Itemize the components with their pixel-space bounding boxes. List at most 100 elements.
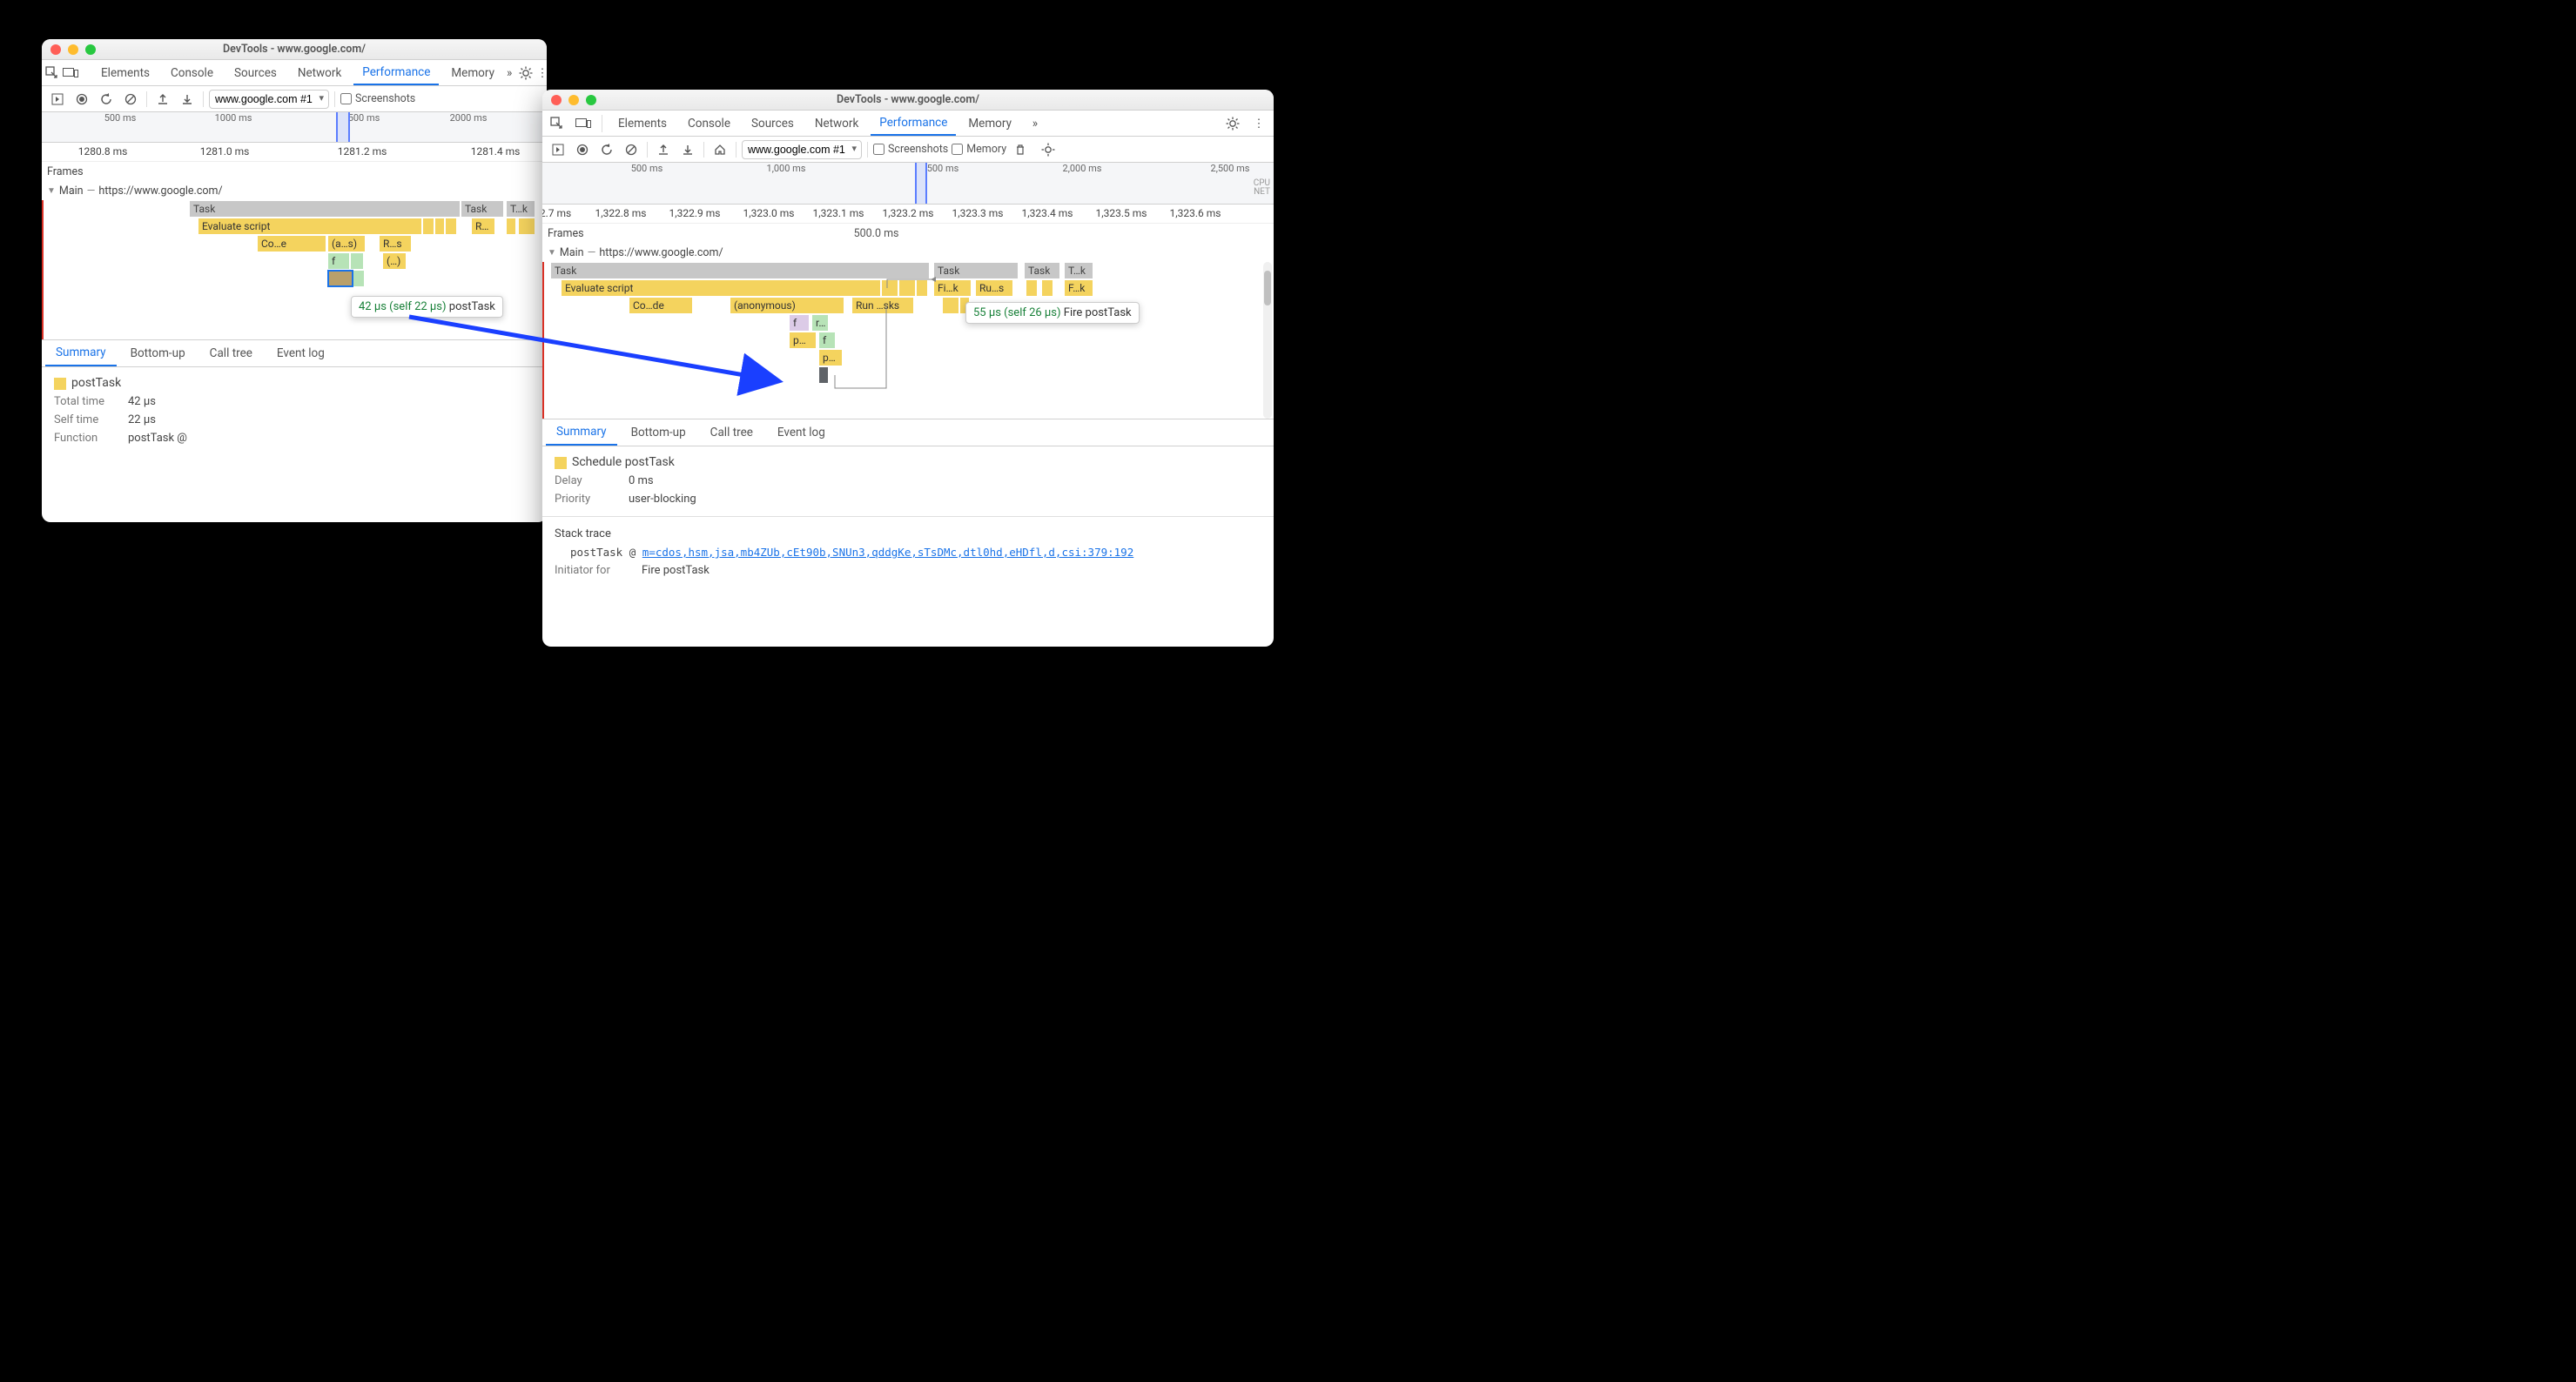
screenshots-checkbox[interactable]: Screenshots (340, 92, 415, 105)
time-ruler[interactable]: 2.7 ms 1,322.8 ms 1,322.9 ms 1,323.0 ms … (542, 205, 1274, 224)
flame-block[interactable]: Fi…k (934, 280, 971, 296)
flame-block[interactable] (507, 218, 515, 234)
tab-bottomup[interactable]: Bottom-up (120, 340, 196, 366)
flame-chart[interactable]: TaskTaskTaskT…kEvaluate scriptFi…kRu…sF…… (542, 262, 1274, 419)
maximize-icon[interactable] (85, 44, 96, 55)
flame-block[interactable] (351, 253, 363, 269)
flame-block[interactable] (435, 218, 444, 234)
flame-block[interactable]: Ru…s (976, 280, 1012, 296)
recording-selector[interactable]: www.google.com #1 (209, 90, 329, 109)
disclosure-triangle-icon[interactable]: ▼ (47, 186, 56, 196)
flame-block[interactable]: T…k (507, 201, 535, 217)
device-icon[interactable] (572, 112, 595, 135)
close-icon[interactable] (551, 95, 562, 105)
flame-block[interactable] (353, 271, 364, 286)
tab-memory[interactable]: Memory (959, 111, 1020, 136)
flame-block[interactable]: Co…de (629, 298, 692, 313)
more-tabs-icon[interactable]: » (507, 62, 512, 84)
tab-sources[interactable]: Sources (743, 111, 803, 136)
flame-block[interactable]: Task (934, 263, 1018, 278)
main-track-header[interactable]: ▼ Main — https://www.google.com/ (542, 243, 1274, 262)
flame-block[interactable]: f (819, 332, 835, 348)
flame-block[interactable] (446, 218, 456, 234)
flame-block[interactable] (328, 271, 353, 286)
tab-summary[interactable]: Summary (45, 340, 117, 366)
flame-block[interactable]: f (790, 315, 809, 331)
reload-icon[interactable] (96, 89, 117, 110)
drawer-icon[interactable] (47, 89, 68, 110)
inspect-icon[interactable] (45, 62, 59, 84)
flame-block[interactable] (899, 280, 915, 296)
tab-elements[interactable]: Elements (609, 111, 676, 136)
inspect-icon[interactable] (546, 112, 568, 135)
flame-block[interactable]: r… (812, 315, 828, 331)
reload-icon[interactable] (596, 139, 617, 160)
flame-block[interactable]: Task (1025, 263, 1059, 278)
flame-block[interactable] (1026, 280, 1037, 296)
tab-network[interactable]: Network (289, 60, 350, 85)
clear-icon[interactable] (120, 89, 141, 110)
flame-block[interactable]: p… (790, 332, 816, 348)
flame-block[interactable]: f (328, 253, 349, 269)
tab-console[interactable]: Console (162, 60, 222, 85)
tab-summary[interactable]: Summary (546, 419, 617, 446)
flame-block[interactable]: R… (472, 218, 494, 234)
flame-block[interactable]: Evaluate script (198, 218, 421, 234)
gear-icon[interactable] (1221, 112, 1244, 135)
flame-block[interactable]: R…s (380, 236, 411, 252)
scrollbar-thumb[interactable] (1264, 271, 1271, 305)
trash-icon[interactable] (1010, 139, 1031, 160)
close-icon[interactable] (50, 44, 61, 55)
gear-icon[interactable] (1038, 139, 1059, 160)
upload-icon[interactable] (653, 139, 674, 160)
flame-block[interactable] (423, 218, 434, 234)
overview-minimap[interactable]: 500 ms 1,000 ms 1,500 ms 500 ms 2,000 ms… (542, 163, 1274, 205)
flame-block[interactable] (519, 218, 535, 234)
record-icon[interactable] (71, 89, 92, 110)
stack-source-link[interactable]: m=cdos,hsm,jsa,mb4ZUb,cEt90b,SNUn3,qddgK… (642, 546, 1133, 559)
tab-eventlog[interactable]: Event log (266, 340, 335, 366)
tab-performance[interactable]: Performance (353, 60, 439, 85)
flame-block[interactable] (819, 367, 828, 383)
kebab-icon[interactable]: ⋮ (536, 62, 547, 84)
tab-console[interactable]: Console (679, 111, 739, 136)
main-track-header[interactable]: ▼ Main — https://www.google.com/ (42, 181, 547, 200)
flame-block[interactable]: (anonymous) (730, 298, 844, 313)
flame-block[interactable]: Task (461, 201, 503, 217)
tab-calltree[interactable]: Call tree (199, 340, 263, 366)
flame-block[interactable]: Co…e (258, 236, 326, 252)
flame-block[interactable]: Run …sks (852, 298, 913, 313)
tab-elements[interactable]: Elements (92, 60, 158, 85)
frames-track-header[interactable]: Frames (42, 162, 547, 181)
upload-icon[interactable] (152, 89, 173, 110)
titlebar[interactable]: DevTools - www.google.com/ (42, 39, 547, 60)
disclosure-triangle-icon[interactable]: ▼ (548, 248, 556, 258)
tab-network[interactable]: Network (806, 111, 867, 136)
download-icon[interactable] (677, 139, 698, 160)
flame-block[interactable]: Task (190, 201, 460, 217)
titlebar[interactable]: DevTools - www.google.com/ (542, 90, 1274, 111)
download-icon[interactable] (177, 89, 198, 110)
clear-icon[interactable] (621, 139, 642, 160)
flame-block[interactable]: T…k (1065, 263, 1093, 278)
device-icon[interactable] (63, 62, 78, 84)
flame-block[interactable]: F…k (1065, 280, 1093, 296)
flame-block[interactable]: (…) (383, 253, 406, 269)
drawer-icon[interactable] (548, 139, 568, 160)
kebab-icon[interactable]: ⋮ (1248, 112, 1270, 135)
overview-minimap[interactable]: 500 ms 1000 ms 1500 ms 500 ms 2000 ms (42, 112, 547, 143)
tab-sources[interactable]: Sources (225, 60, 286, 85)
frames-track-header[interactable]: Frames 500.0 ms (542, 224, 1274, 243)
home-icon[interactable] (710, 139, 730, 160)
tab-memory[interactable]: Memory (442, 60, 503, 85)
tab-performance[interactable]: Performance (871, 111, 956, 136)
tab-bottomup[interactable]: Bottom-up (621, 419, 696, 446)
flame-block[interactable]: Task (551, 263, 929, 278)
memory-checkbox[interactable]: Memory (952, 143, 1006, 156)
more-tabs-icon[interactable]: » (1024, 112, 1046, 135)
flame-scrollbar[interactable] (1263, 262, 1272, 419)
gear-icon[interactable] (519, 62, 533, 84)
tab-calltree[interactable]: Call tree (700, 419, 763, 446)
flame-block[interactable] (917, 280, 927, 296)
maximize-icon[interactable] (586, 95, 596, 105)
